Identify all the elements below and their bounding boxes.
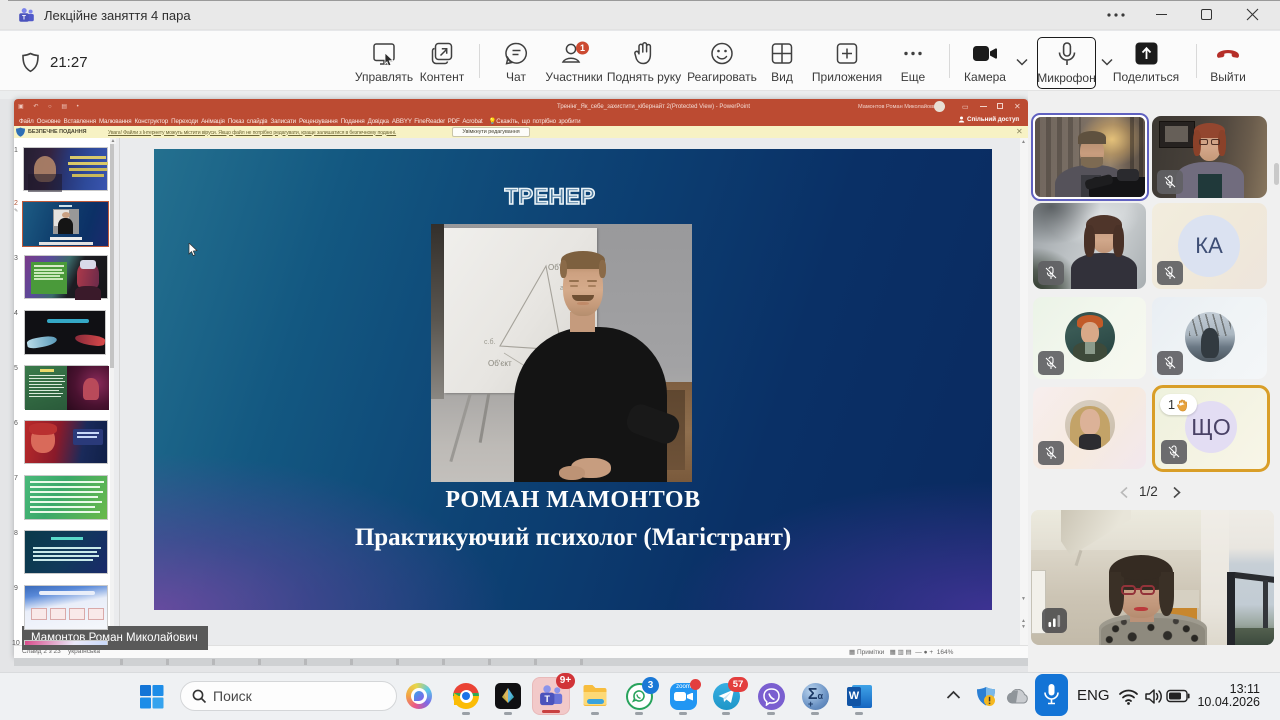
svg-text:T: T — [22, 15, 26, 22]
svg-text:с.б.: с.б. — [484, 338, 495, 346]
svg-text:Об'єкт: Об'єкт — [488, 359, 512, 368]
svg-text:T: T — [544, 694, 550, 704]
svg-text:1: 1 — [580, 43, 585, 53]
